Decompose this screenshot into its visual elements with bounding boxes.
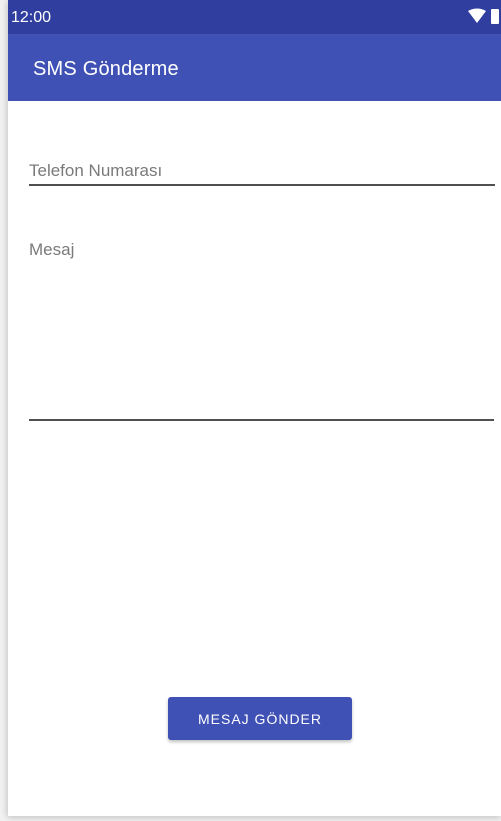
phone-screen: 12:00 SMS Gönderme MESAJ GÖNDER (8, 0, 501, 816)
wifi-icon (468, 8, 486, 23)
status-icons (468, 8, 499, 24)
app-bar: SMS Gönderme (8, 34, 501, 101)
message-input[interactable] (29, 231, 494, 421)
status-time: 12:00 (11, 9, 52, 26)
status-bar: 12:00 (8, 0, 501, 34)
phone-number-input[interactable] (29, 150, 495, 186)
battery-icon (491, 9, 499, 24)
send-message-button[interactable]: MESAJ GÖNDER (168, 697, 352, 740)
app-title: SMS Gönderme (33, 58, 179, 80)
